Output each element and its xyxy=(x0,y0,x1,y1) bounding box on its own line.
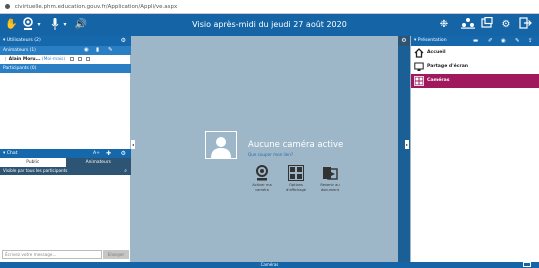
home-icon xyxy=(414,48,424,58)
expand-right-icon[interactable]: ▸ xyxy=(405,140,409,149)
no-camera-title: Aucune caméra active xyxy=(248,140,344,150)
meeting-title: Visio après-midi du jeudi 27 août 2020 xyxy=(192,20,347,29)
animator-role: (Moi-mais) xyxy=(41,57,66,62)
participants-label: Participants (0) xyxy=(3,66,37,71)
upload-icon[interactable]: ▬ xyxy=(473,36,478,46)
bottom-label: Caméras xyxy=(260,262,279,267)
url-text: civirtuelle.phm.education.gouv.fr/Applic… xyxy=(14,4,178,10)
participants-subheader: Participants (0) xyxy=(0,64,131,73)
users-gear-icon[interactable]: ⚙ xyxy=(121,36,126,46)
presentation-item-cameras[interactable]: Caméras xyxy=(411,74,539,88)
brush-icon[interactable]: ✐ xyxy=(488,36,493,46)
webcam-dropdown-icon[interactable]: ▾ xyxy=(36,17,42,33)
microphone-dropdown-icon[interactable]: ▾ xyxy=(62,17,68,33)
visibility-label: Visible par tous les participants xyxy=(3,168,68,173)
layout-grid-icon xyxy=(288,165,304,181)
chat-header-label: Chat xyxy=(6,151,18,156)
microphone-icon[interactable] xyxy=(50,17,60,33)
enable-camera-button[interactable]: Activer ma caméra xyxy=(247,165,277,192)
microphone-small-icon[interactable]: ▮ xyxy=(96,46,99,55)
video-area: ◂ ▸ Aucune caméra active Que couper mon … xyxy=(131,36,409,262)
tab-public[interactable]: Public xyxy=(0,158,66,167)
cameras-icon xyxy=(414,76,424,86)
enable-camera-label-1: Activer ma xyxy=(252,183,272,187)
microphone-check[interactable] xyxy=(77,56,82,61)
presentation-header-label: Présentation xyxy=(417,38,447,43)
animators-label: Animateurs (1) xyxy=(3,48,36,53)
animators-subheader: Animateurs (1) ◉ ▮ ✎ xyxy=(0,46,131,55)
speaker-icon[interactable]: 🔊 xyxy=(74,17,88,33)
webcam-small-icon[interactable]: ◉ xyxy=(84,46,89,55)
avatar-placeholder xyxy=(205,131,237,159)
gear-icon[interactable]: ⚙ xyxy=(499,17,513,33)
send-button[interactable]: Envoyer xyxy=(103,250,129,259)
chat-tabs: Public Animateurs xyxy=(0,158,131,167)
presentation-item-partage[interactable]: Partage d'écran xyxy=(411,60,539,74)
webcam-icon[interactable] xyxy=(20,17,36,33)
exit-icon[interactable] xyxy=(517,17,533,33)
partage-label: Partage d'écran xyxy=(427,64,469,69)
animator-name: Alain Moru... xyxy=(8,57,41,62)
search-icon[interactable]: ⌕ xyxy=(124,167,127,175)
share-screen-icon[interactable] xyxy=(480,16,494,33)
edit-icon[interactable]: ✎ xyxy=(515,36,520,46)
expand-left-icon[interactable]: ◂ xyxy=(131,140,135,149)
left-panel: ▾ Utilisateurs (2) ⚙ Animateurs (1) ◉ ▮ … xyxy=(0,36,131,262)
back-to-document-label-2: document xyxy=(320,187,340,192)
visibility-row: Visible par tous les participants ⌕ xyxy=(0,167,131,175)
eye-icon[interactable]: ◉ xyxy=(501,36,506,46)
display-options-button[interactable]: Options d'affichage xyxy=(281,165,311,192)
accueil-label: Accueil xyxy=(427,50,446,55)
users-header[interactable]: ▾ Utilisateurs (2) ⚙ xyxy=(0,36,131,46)
top-toolbar: ✋ ▾ ▾ 🔊 Visio après-midi du jeudi 27 aoû… xyxy=(0,14,539,36)
person-icon xyxy=(211,137,231,158)
users-header-label: Utilisateurs (2) xyxy=(6,38,41,43)
pen-check[interactable] xyxy=(86,56,91,61)
address-bar[interactable]: civirtuelle.phm.education.gouv.fr/Applic… xyxy=(0,0,539,14)
chat-input[interactable]: Écrivez votre message... xyxy=(2,250,102,259)
webcam-icon xyxy=(256,165,268,181)
document-icon xyxy=(323,167,338,180)
animator-row[interactable]: ⋮ Alain Moru... (Moi-mais) xyxy=(0,55,131,64)
display-options-label-1: Options xyxy=(289,183,303,187)
right-panel: ▾ Présentation ▬ ✐ ◉ ✎ ⇪ Accueil Partage… xyxy=(410,36,539,262)
layout-icon[interactable] xyxy=(460,17,476,33)
tab-animateurs[interactable]: Animateurs xyxy=(65,158,131,167)
display-options-label-2: d'affichage xyxy=(286,187,306,192)
enable-camera-label-2: caméra xyxy=(255,187,269,192)
app-window: { "browser": { "url": "civirtuelle.phm.e… xyxy=(0,0,539,268)
pen-icon[interactable]: ✎ xyxy=(108,46,113,55)
bottom-bar: Caméras xyxy=(0,262,539,268)
why-link[interactable]: Que couper mon lien? xyxy=(248,152,293,157)
hand-icon[interactable]: ✋ xyxy=(5,17,17,33)
fullscreen-icon[interactable] xyxy=(523,262,531,267)
back-to-document-button[interactable]: Revenir au document xyxy=(315,165,345,192)
webcam-check[interactable] xyxy=(69,56,74,61)
cameras-label: Caméras xyxy=(427,78,450,83)
presentation-item-accueil[interactable]: Accueil xyxy=(411,46,539,60)
settings-dots-icon[interactable]: ❉ xyxy=(437,17,451,33)
presentation-header[interactable]: ▾ Présentation ▬ ✐ ◉ ✎ ⇪ xyxy=(411,36,539,46)
back-to-document-label-1: Revenir au xyxy=(320,183,340,187)
monitor-icon xyxy=(414,62,424,71)
lock-icon xyxy=(5,4,10,9)
share-icon[interactable]: ⇪ xyxy=(528,36,533,46)
presentation-toggle-gear-icon[interactable]: ⚙ xyxy=(398,36,410,46)
